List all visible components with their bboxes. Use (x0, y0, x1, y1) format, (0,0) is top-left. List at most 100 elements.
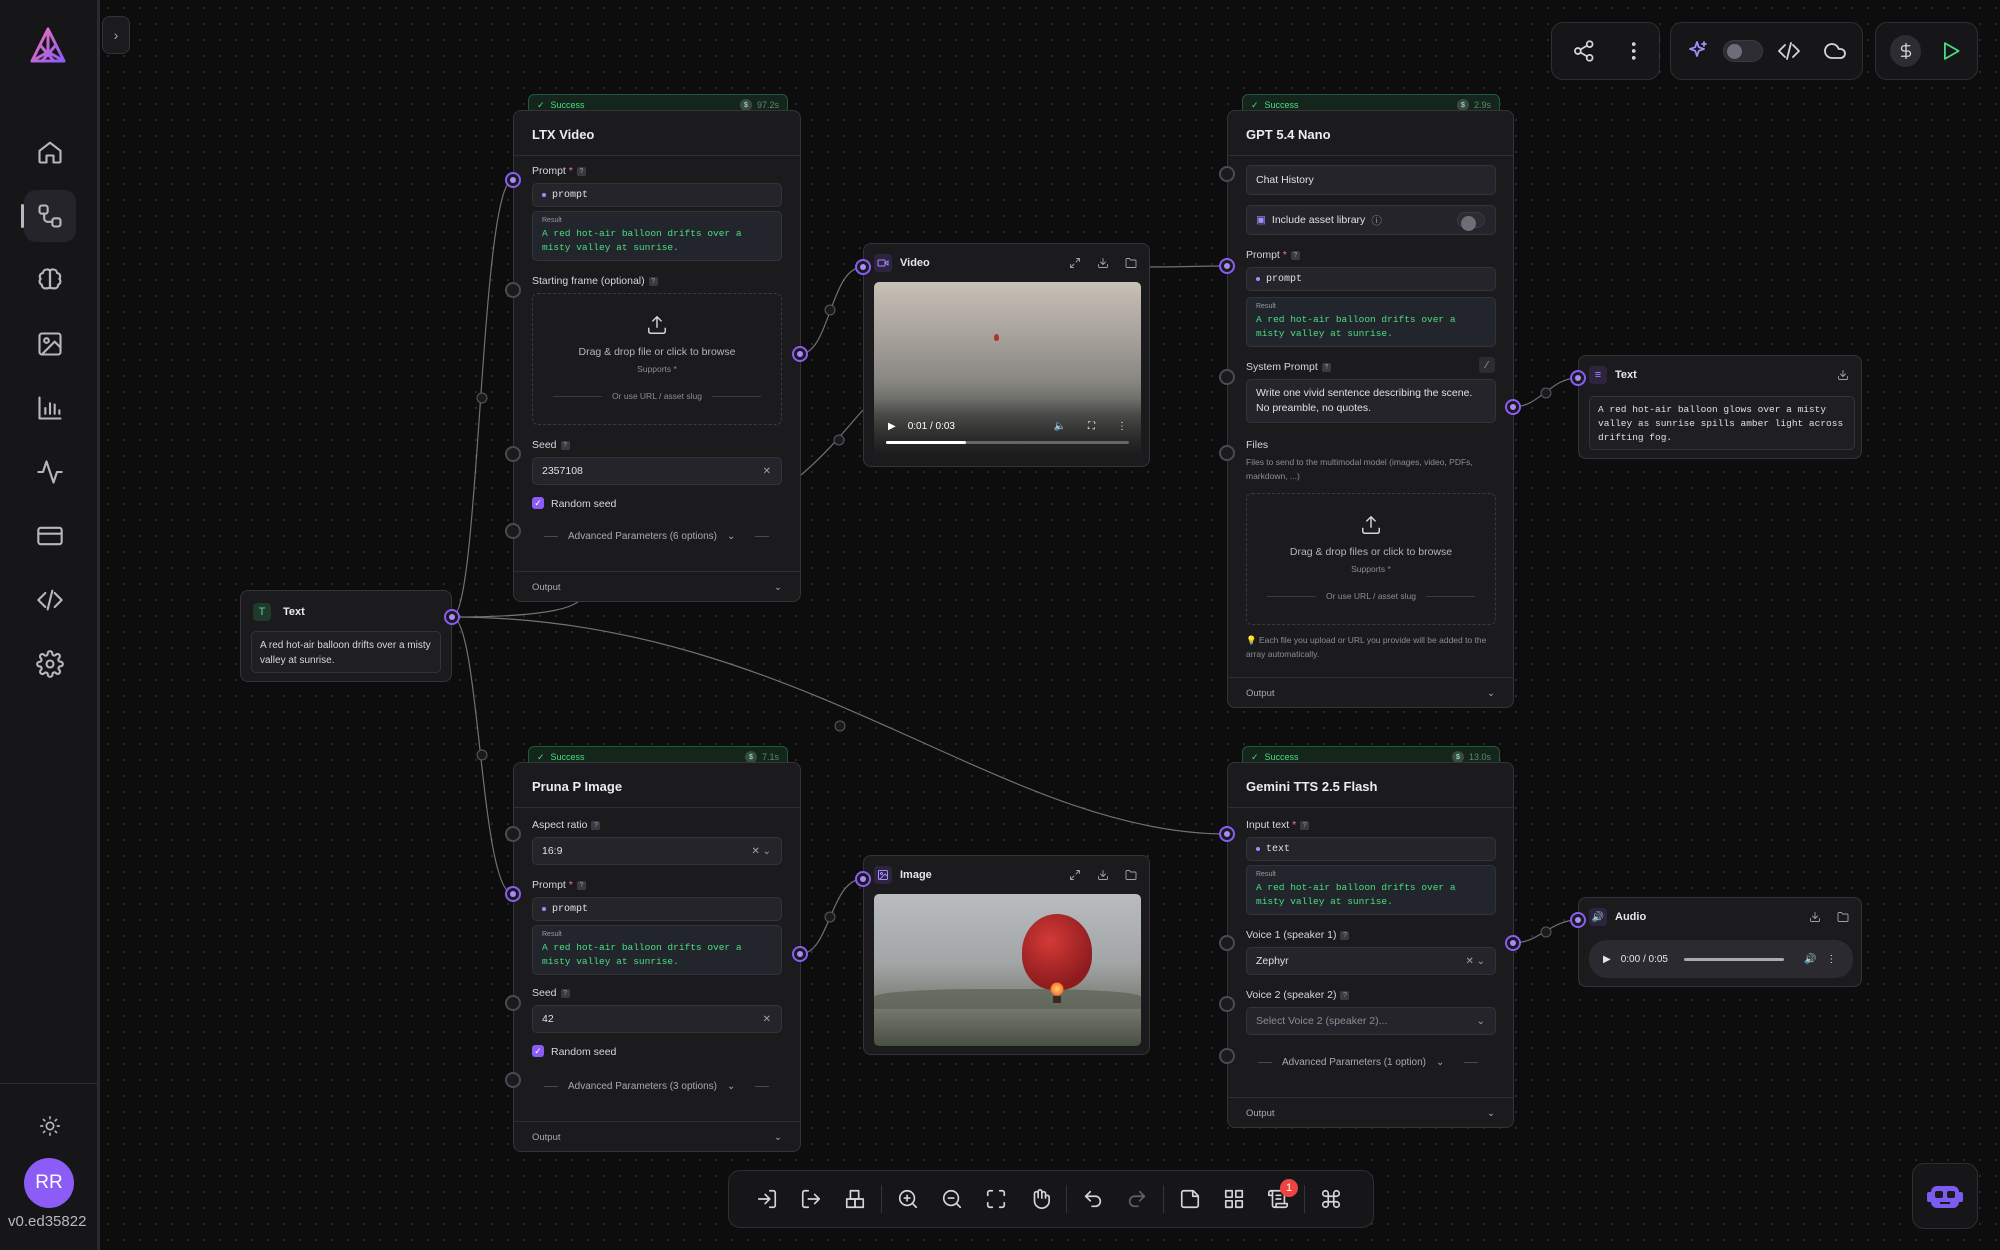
text-input-node[interactable]: T Text A red hot-air balloon drifts over… (240, 590, 452, 682)
play-icon[interactable]: ▶ (888, 421, 896, 432)
seed-input-handle[interactable] (505, 446, 521, 462)
random-seed-checkbox[interactable]: ✓ (532, 1045, 544, 1057)
gemini-tts-node[interactable]: Gemini TTS 2.5 Flash Input text *? text … (1227, 762, 1514, 1128)
text-input-handle[interactable] (1570, 370, 1586, 386)
code-mode-toggle[interactable] (1723, 40, 1763, 62)
audio-progress-track[interactable] (1683, 957, 1784, 961)
files-dropzone[interactable]: Drag & drop files or click to browse Sup… (1246, 493, 1496, 625)
chat-history-handle[interactable] (1219, 166, 1235, 182)
system-prompt-handle[interactable] (1219, 369, 1235, 385)
aspect-ratio-select[interactable]: 16:9 ✕ ⌄ (532, 837, 782, 865)
volume-icon[interactable]: 🔈 (1054, 421, 1066, 432)
files-handle[interactable] (1219, 445, 1235, 461)
undo-button[interactable] (1071, 1177, 1115, 1221)
fit-view-button[interactable] (974, 1177, 1018, 1221)
prompt-input[interactable]: prompt (532, 897, 782, 921)
expand-icon[interactable] (1069, 869, 1081, 881)
download-icon[interactable] (1097, 869, 1109, 881)
cost-button[interactable] (1890, 35, 1922, 67)
generated-image[interactable] (874, 894, 1141, 1046)
gpt-node[interactable]: GPT 5.4 Nano Chat History ▣ Include asset… (1227, 110, 1514, 708)
audio-input-handle[interactable] (1570, 912, 1586, 928)
command-palette-button[interactable] (1309, 1177, 1353, 1221)
output-section[interactable]: Output ⌄ (1228, 677, 1513, 709)
aspect-ratio-handle[interactable] (505, 826, 521, 842)
sidebar-item-home[interactable] (24, 126, 76, 178)
chat-history-field[interactable]: Chat History (1246, 165, 1496, 195)
advanced-input-handle[interactable] (505, 523, 521, 539)
prompt-input-handle[interactable] (505, 172, 521, 188)
add-node-button[interactable] (833, 1177, 877, 1221)
audio-node[interactable]: 🔊 Audio ▶ 0:00 / 0:05 🔊 ⋮ (1578, 897, 1862, 987)
image-node[interactable]: Image (863, 855, 1150, 1055)
advanced-input-handle[interactable] (505, 1072, 521, 1088)
voice2-select[interactable]: Select Voice 2 (speaker 2)... ⌄ (1246, 1007, 1496, 1035)
video-input-handle[interactable] (855, 259, 871, 275)
zoom-out-button[interactable] (930, 1177, 974, 1221)
voice1-handle[interactable] (1219, 935, 1235, 951)
advanced-parameters-toggle[interactable]: Advanced Parameters (1 option) ⌄ (1258, 1057, 1479, 1068)
frame-input-handle[interactable] (505, 282, 521, 298)
share-icon[interactable] (1572, 39, 1596, 63)
output-section[interactable]: Output ⌄ (1228, 1097, 1513, 1129)
pruna-image-node[interactable]: Pruna P Image Aspect ratio? 16:9 ✕ ⌄ Prom… (513, 762, 801, 1152)
sidebar-item-models[interactable] (24, 254, 76, 306)
clear-chevron-icon[interactable]: ✕ ⌄ (1465, 956, 1485, 967)
play-icon[interactable] (1939, 39, 1963, 63)
advanced-parameters-toggle[interactable]: Advanced Parameters (3 options) ⌄ (544, 1081, 770, 1092)
video-player[interactable]: ▶ 0:01 / 0:03 🔈 ⛶ ⋮ (874, 282, 1141, 458)
grid-button[interactable] (1212, 1177, 1256, 1221)
url-option[interactable]: Or use URL / asset slug (1267, 591, 1476, 601)
app-logo[interactable] (24, 24, 72, 72)
redo-button[interactable] (1115, 1177, 1159, 1221)
sidebar-item-api[interactable] (24, 574, 76, 626)
output-section[interactable]: Output ⌄ (514, 571, 800, 603)
save-to-folder-icon[interactable] (1837, 911, 1849, 923)
play-icon[interactable]: ▶ (1603, 954, 1611, 965)
text-input-field[interactable]: A red hot-air balloon drifts over a mist… (251, 631, 441, 673)
import-button[interactable] (745, 1177, 789, 1221)
advanced-parameters-toggle[interactable]: Advanced Parameters (6 options) ⌄ (544, 531, 770, 542)
audio-player[interactable]: ▶ 0:00 / 0:05 🔊 ⋮ (1589, 940, 1853, 978)
magic-wand-icon[interactable]: ⁄ (1479, 357, 1495, 373)
asset-library-option[interactable]: ▣ Include asset library ⓘ (1246, 205, 1496, 235)
video-node[interactable]: Video ▶ 0:01 / 0:03 🔈 ⛶ ⋮ (863, 243, 1150, 467)
output-section[interactable]: Output ⌄ (514, 1121, 800, 1153)
theme-toggle[interactable] (24, 1100, 76, 1152)
clear-icon[interactable]: ✕ (763, 1014, 771, 1025)
voice2-handle[interactable] (1219, 996, 1235, 1012)
notes-button[interactable] (1168, 1177, 1212, 1221)
seed-input[interactable]: 42 ✕ (532, 1005, 782, 1033)
avatar[interactable]: RR (24, 1158, 74, 1208)
text-output-node[interactable]: ≡ Text A red hot-air balloon glows over … (1578, 355, 1862, 459)
fullscreen-icon[interactable]: ⛶ (1088, 421, 1095, 432)
more-vertical-icon[interactable] (1622, 39, 1646, 63)
url-option[interactable]: Or use URL / asset slug (553, 391, 762, 401)
prompt-input[interactable]: prompt (532, 183, 782, 207)
prompt-input-handle[interactable] (505, 886, 521, 902)
export-button[interactable] (789, 1177, 833, 1221)
sidebar-item-settings[interactable] (24, 638, 76, 690)
input-text-field[interactable]: text (1246, 837, 1496, 861)
system-prompt-input[interactable]: Write one vivid sentence describing the … (1246, 379, 1496, 423)
prompt-input-handle[interactable] (1219, 258, 1235, 274)
seed-input[interactable]: 2357108 ✕ (532, 457, 782, 485)
clear-icon[interactable]: ✕ (763, 466, 771, 477)
sidebar-item-assets[interactable] (24, 318, 76, 370)
image-input-handle[interactable] (855, 871, 871, 887)
cloud-icon[interactable] (1823, 39, 1847, 63)
sidebar-item-analytics[interactable] (24, 382, 76, 434)
more-vertical-icon[interactable]: ⋮ (1117, 421, 1127, 432)
voice1-select[interactable]: Zephyr ✕ ⌄ (1246, 947, 1496, 975)
download-icon[interactable] (1097, 257, 1109, 269)
zoom-in-button[interactable] (886, 1177, 930, 1221)
ltx-video-node[interactable]: LTX Video Prompt *? prompt Result A red h… (513, 110, 801, 602)
input-text-handle[interactable] (1219, 826, 1235, 842)
random-seed-checkbox[interactable]: ✓ (532, 497, 544, 509)
audio-output-handle[interactable] (1505, 935, 1521, 951)
expand-icon[interactable] (1069, 257, 1081, 269)
sidebar-item-activity[interactable] (24, 446, 76, 498)
logs-button[interactable]: 1 (1256, 1177, 1300, 1221)
sidebar-item-workflows[interactable] (24, 190, 76, 242)
prompt-input[interactable]: prompt (1246, 267, 1496, 291)
